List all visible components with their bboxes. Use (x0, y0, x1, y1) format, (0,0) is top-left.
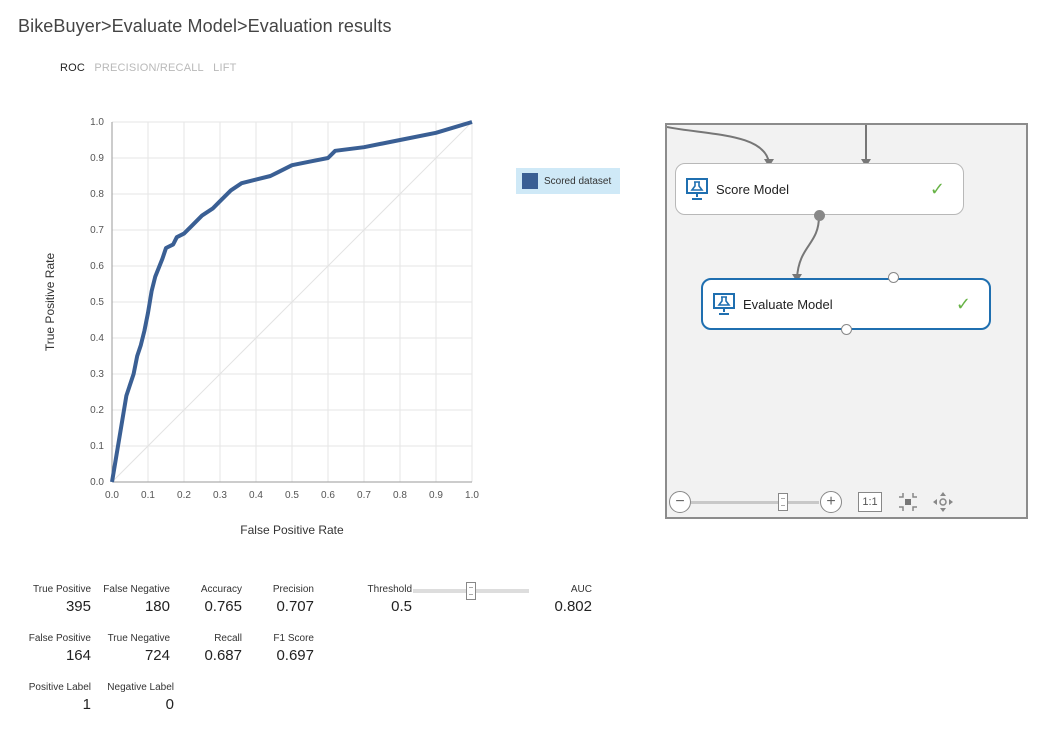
y-tick-label: 0.2 (90, 405, 104, 416)
y-tick-label: 0.4 (90, 333, 104, 344)
metric-threshold: Threshold 0.5 (346, 584, 412, 615)
metric-auc: AUC 0.802 (532, 584, 592, 615)
threshold-thumb-grip (469, 587, 473, 595)
threshold-slider-thumb[interactable] (466, 582, 476, 600)
metric-label: Threshold (367, 584, 412, 595)
evaluate-model-label: Evaluate Model (743, 296, 833, 312)
check-icon: ✓ (955, 293, 971, 314)
evaluate-model-icon (713, 293, 735, 315)
breadcrumb-item-evaluate-model[interactable]: Evaluate Model (112, 16, 237, 36)
y-tick-label: 0.8 (90, 189, 104, 200)
score-model-node[interactable]: Score Model ✓ (675, 163, 964, 215)
zoom-out-button[interactable]: − (669, 491, 691, 513)
tab-roc[interactable]: ROC (60, 62, 85, 74)
metric-value: 0.697 (276, 647, 314, 664)
x-tick-label: 0.7 (357, 490, 371, 501)
fit-to-screen-icon[interactable] (897, 491, 919, 513)
y-tick-label: 0.0 (90, 477, 104, 488)
x-tick-label: 0.0 (105, 490, 119, 501)
check-icon: ✓ (929, 178, 945, 199)
metric-label: True Negative (107, 633, 170, 644)
breadcrumb: BikeBuyer>Evaluate Model>Evaluation resu… (18, 16, 392, 37)
metric-value: 0.707 (276, 598, 314, 615)
y-axis-label: True Positive Rate (43, 253, 57, 352)
x-tick-label: 1.0 (465, 490, 479, 501)
metric-value: 0.802 (554, 598, 592, 615)
metric-value: 0 (165, 696, 174, 713)
x-tick-label: 0.1 (141, 490, 155, 501)
x-tick-label: 0.3 (213, 490, 227, 501)
metric-value: 1 (82, 696, 91, 713)
x-axis-label: False Positive Rate (240, 523, 344, 537)
metric-positive-label: Positive Label 1 (20, 682, 91, 713)
metric-value: 0.765 (204, 598, 242, 615)
zoom-in-button[interactable]: + (820, 491, 842, 513)
y-tick-label: 0.9 (90, 153, 104, 164)
metric-false-negative: False Negative 180 (95, 584, 170, 615)
legend-swatch (522, 173, 538, 189)
metric-label: Accuracy (200, 584, 242, 595)
y-tick-label: 0.6 (90, 261, 104, 272)
metric-value: 724 (144, 647, 170, 664)
y-tick-label: 0.1 (90, 441, 104, 452)
x-tick-label: 0.2 (177, 490, 191, 501)
pan-icon[interactable] (932, 491, 954, 513)
metric-value: 395 (65, 598, 91, 615)
zoom-slider-track[interactable] (691, 501, 819, 504)
threshold-slider[interactable] (413, 582, 529, 600)
x-tick-label: 0.9 (429, 490, 443, 501)
chart-tabs: ROC PRECISION/RECALL LIFT (60, 62, 243, 74)
metric-label: Precision (272, 584, 314, 595)
metric-false-positive: False Positive 164 (20, 633, 91, 664)
y-tick-label: 0.5 (90, 297, 104, 308)
metric-value: 0.687 (204, 647, 242, 664)
actual-size-button[interactable]: 1:1 (858, 492, 882, 512)
metric-label: True Positive (33, 584, 91, 595)
legend-label: Scored dataset (544, 175, 612, 187)
x-tick-label: 0.6 (321, 490, 335, 501)
score-model-icon (686, 178, 708, 200)
tab-precision-recall[interactable]: PRECISION/RECALL (94, 62, 204, 74)
metric-value: 164 (65, 647, 91, 664)
evaluate-model-input-port[interactable] (888, 272, 899, 283)
roc-chart: 0.0 0.1 0.2 0.3 0.4 0.5 0.6 0.7 0.8 0.9 1.0 0.0 0.1 0… (43, 117, 479, 537)
zoom-slider-thumb[interactable] (778, 493, 789, 511)
x-tick-label: 0.4 (249, 490, 263, 501)
metric-true-negative: True Negative 724 (95, 633, 170, 664)
metric-label: Positive Label (28, 682, 91, 693)
y-tick-label: 1.0 (90, 117, 104, 128)
zoom-thumb-grip (781, 498, 786, 506)
x-tick-label: 0.8 (393, 490, 407, 501)
x-tick-label: 0.5 (285, 490, 299, 501)
breadcrumb-separator: > (100, 16, 112, 36)
metric-value: 180 (144, 598, 170, 615)
breadcrumb-item-bikebuyer[interactable]: BikeBuyer (18, 16, 101, 36)
y-tick-label: 0.3 (90, 369, 104, 380)
score-model-output-port[interactable] (814, 210, 825, 221)
metric-value: 0.5 (391, 598, 412, 615)
metric-true-positive: True Positive 395 (20, 584, 91, 615)
breadcrumb-item-evaluation-results: Evaluation results (247, 16, 392, 36)
experiment-canvas[interactable]: Score Model ✓ Evaluate Model ✓ − + 1:1 (665, 123, 1028, 519)
metric-label: Recall (214, 633, 242, 644)
evaluate-model-output-port[interactable] (841, 324, 852, 335)
metric-label: AUC (570, 584, 592, 595)
metric-negative-label: Negative Label 0 (95, 682, 174, 713)
metric-f1-score: F1 Score 0.697 (254, 633, 314, 664)
metric-accuracy: Accuracy 0.765 (182, 584, 242, 615)
zoom-toolbar: − + 1:1 (667, 487, 1026, 517)
metric-label: F1 Score (273, 633, 314, 644)
legend-scored-dataset[interactable]: Scored dataset (516, 168, 620, 194)
metric-label: False Positive (28, 633, 91, 644)
tab-lift[interactable]: LIFT (213, 62, 236, 74)
breadcrumb-separator: > (237, 16, 248, 36)
evaluate-model-node[interactable]: Evaluate Model ✓ (701, 278, 991, 330)
metric-recall: Recall 0.687 (182, 633, 242, 664)
metric-label: Negative Label (107, 682, 174, 693)
y-tick-label: 0.7 (90, 225, 104, 236)
score-model-label: Score Model (716, 181, 789, 197)
metric-label: False Negative (103, 584, 170, 595)
metric-precision: Precision 0.707 (254, 584, 314, 615)
